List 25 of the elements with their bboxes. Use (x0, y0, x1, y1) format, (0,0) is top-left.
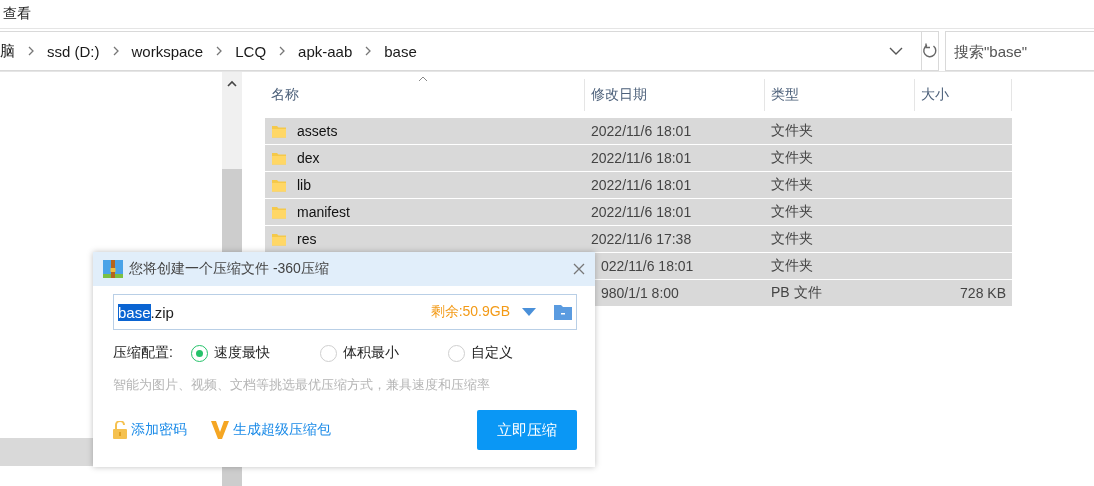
file-type: 文件夹 (771, 149, 813, 167)
selected-text: base (118, 303, 151, 321)
modified-date: 2022/11/6 18:01 (591, 123, 692, 139)
file-name: lib (297, 177, 311, 193)
file-name: assets (297, 123, 338, 139)
config-label: 压缩配置: (113, 344, 174, 362)
file-name: manifest (297, 204, 350, 220)
free-space: 剩余:50.9GB (430, 303, 510, 321)
file-type: 文件夹 (771, 203, 813, 221)
modified-date: 2022/11/6 17:38 (591, 231, 692, 247)
file-type: 文件夹 (771, 122, 813, 140)
filename-text: .zip (150, 303, 175, 321)
file-type: 文件夹 (771, 176, 813, 194)
modified-date: 2022/11/6 18:01 (591, 204, 692, 220)
file-name: dex (297, 150, 320, 166)
file-type: 文件夹 (771, 257, 813, 275)
modified-date: 980/1/1 8:00 (601, 285, 679, 301)
modified-date: 022/11/6 18:01 (601, 258, 694, 274)
modified-date: 2022/11/6 18:01 (591, 177, 692, 193)
file-name: res (297, 231, 317, 247)
hint-text: 智能为图片、视频、文档等挑选最优压缩方式，兼具速度和压缩率 (113, 376, 491, 394)
file-type: PB 文件 (771, 284, 822, 302)
file-size: 728 KB (960, 285, 1006, 301)
file-type: 文件夹 (771, 230, 813, 248)
modified-date: 2022/11/6 18:01 (591, 150, 692, 166)
